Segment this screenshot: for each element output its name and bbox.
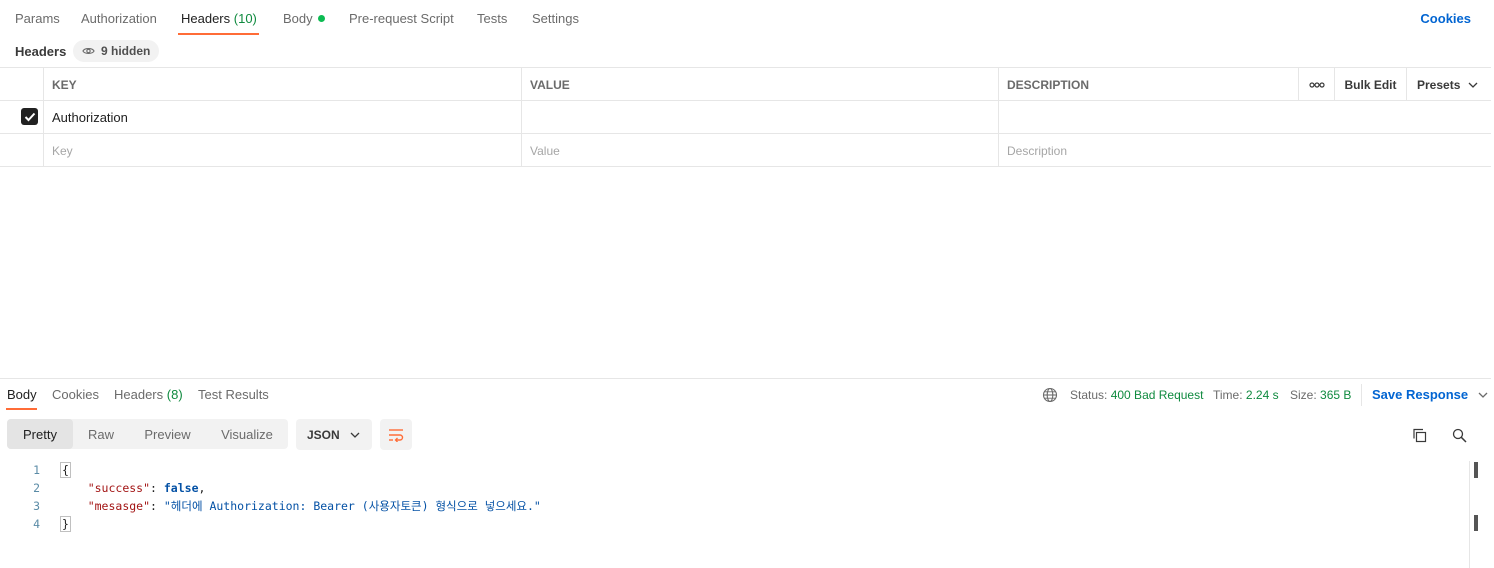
chevron-down-icon (350, 432, 360, 438)
response-status[interactable]: Status: 400 Bad Request (1070, 388, 1203, 402)
tab-body-label: Body (283, 11, 313, 26)
status-value: 400 Bad Request (1110, 388, 1204, 402)
tab-params[interactable]: Params (15, 11, 60, 26)
search-button[interactable] (1449, 425, 1469, 445)
view-mode-visualize[interactable]: Visualize (206, 419, 288, 449)
line-number: 1 (33, 463, 40, 477)
meta-separator (1361, 384, 1362, 406)
checkmark-icon (24, 112, 35, 121)
response-time[interactable]: Time: 2.24 s (1213, 388, 1279, 402)
tab-body[interactable]: Body (283, 11, 325, 26)
size-value: 365 B (1320, 388, 1352, 402)
response-body-editor[interactable]: 1 { 2 "success": false, 3 "mesasge": "헤더… (0, 461, 1470, 568)
tab-headers-count: (10) (233, 11, 257, 26)
presets-label: Presets (1417, 77, 1461, 92)
json-value: false (163, 481, 199, 495)
view-mode-pretty[interactable]: Pretty (7, 419, 73, 449)
save-response-label: Save Response (1372, 387, 1469, 402)
search-icon (1452, 428, 1467, 443)
view-mode-switcher: Pretty Raw Preview Visualize (7, 419, 288, 449)
code-line: 3 "mesasge": "헤더에 Authorization: Bearer … (0, 497, 1470, 515)
chevron-down-icon (1468, 82, 1478, 88)
code-line: 4 } (0, 515, 1470, 533)
code-content: "success": false, (87, 481, 206, 495)
response-tab-test-results[interactable]: Test Results (198, 387, 269, 402)
code-content: { (60, 462, 71, 478)
tab-settings[interactable]: Settings (532, 11, 579, 26)
column-header-key: KEY (52, 77, 77, 92)
scrollbar-marker[interactable] (1474, 462, 1478, 478)
more-dots-icon (1308, 81, 1325, 88)
active-response-tab-indicator (6, 408, 37, 410)
response-tab-headers-label: Headers (114, 387, 164, 402)
response-tab-headers-count: (8) (166, 387, 183, 402)
active-tab-indicator (178, 33, 259, 35)
table-header-row: KEY VALUE DESCRIPTION Bulk Edit Presets (0, 68, 1491, 101)
format-dropdown[interactable]: JSON (296, 419, 372, 450)
header-value-cell[interactable] (521, 101, 998, 134)
code-line: 2 "success": false, (0, 479, 1470, 497)
new-key-input[interactable]: Key (43, 134, 521, 167)
time-value: 2.24 s (1245, 388, 1279, 402)
header-key-cell[interactable]: Authorization (43, 101, 521, 134)
close-brace: } (60, 516, 71, 532)
header-enabled-checkbox[interactable] (21, 108, 38, 125)
line-number: 4 (33, 517, 40, 531)
body-status-dot (317, 15, 325, 22)
response-tab-body[interactable]: Body (7, 387, 37, 402)
bulk-edit-button[interactable]: Bulk Edit (1335, 68, 1406, 101)
tab-authorization[interactable]: Authorization (81, 11, 157, 26)
cookies-link[interactable]: Cookies (1420, 11, 1471, 26)
new-value-input[interactable]: Value (521, 134, 998, 167)
time-label: Time: (1213, 388, 1243, 402)
tab-headers-label: Headers (181, 11, 231, 26)
more-options-button[interactable] (1299, 68, 1334, 101)
size-label: Size: (1290, 388, 1317, 402)
open-brace: { (60, 462, 71, 478)
response-size[interactable]: Size: 365 B (1290, 388, 1351, 402)
table-row: Authorization (0, 101, 1491, 134)
response-tab-headers[interactable]: Headers (8) (114, 387, 183, 402)
view-mode-preview[interactable]: Preview (129, 419, 206, 449)
scrollbar-marker[interactable] (1474, 515, 1478, 531)
json-key: "mesasge" (87, 499, 151, 513)
eye-icon (82, 48, 95, 54)
headers-section-title: Headers (15, 44, 67, 59)
code-line: 1 { (0, 461, 1470, 479)
save-response-button[interactable]: Save Response (1372, 387, 1488, 402)
response-divider[interactable] (0, 378, 1491, 379)
column-header-value: VALUE (530, 77, 570, 92)
hidden-headers-toggle[interactable]: 9 hidden (73, 40, 160, 62)
column-header-description: DESCRIPTION (1007, 77, 1090, 92)
response-tab-cookies[interactable]: Cookies (52, 387, 99, 402)
tab-tests[interactable]: Tests (477, 11, 507, 26)
globe-icon[interactable] (1042, 387, 1058, 403)
status-label: Status: (1070, 388, 1108, 402)
copy-button[interactable] (1409, 425, 1429, 445)
tab-prerequest-script[interactable]: Pre-request Script (349, 11, 454, 26)
new-description-input[interactable]: Description (998, 134, 1491, 167)
chevron-down-icon (1478, 392, 1488, 398)
line-number: 2 (33, 481, 40, 495)
line-number: 3 (33, 499, 40, 513)
table-row-empty: Key Value Description (0, 134, 1491, 167)
json-key: "success" (87, 481, 151, 495)
editor-scrollbar-track[interactable] (1469, 461, 1470, 568)
header-description-cell[interactable] (998, 101, 1491, 134)
hidden-headers-label: 9 hidden (101, 44, 151, 58)
code-content: "mesasge": "헤더에 Authorization: Bearer (사… (87, 499, 541, 513)
wrap-lines-icon (389, 428, 404, 442)
code-content: } (60, 516, 71, 532)
request-tabs: Params Authorization Headers (10) Body P… (0, 0, 1494, 36)
presets-dropdown[interactable]: Presets (1407, 68, 1491, 101)
format-label: JSON (307, 427, 340, 442)
headers-table: KEY VALUE DESCRIPTION Bulk Edit Presets … (0, 67, 1491, 167)
view-mode-raw[interactable]: Raw (73, 419, 129, 449)
json-value: "헤더에 Authorization: Bearer (사용자토큰) 형식으로 … (163, 499, 541, 513)
wrap-lines-button[interactable] (380, 419, 412, 450)
copy-icon (1412, 428, 1426, 442)
tab-headers[interactable]: Headers (10) (181, 11, 257, 26)
